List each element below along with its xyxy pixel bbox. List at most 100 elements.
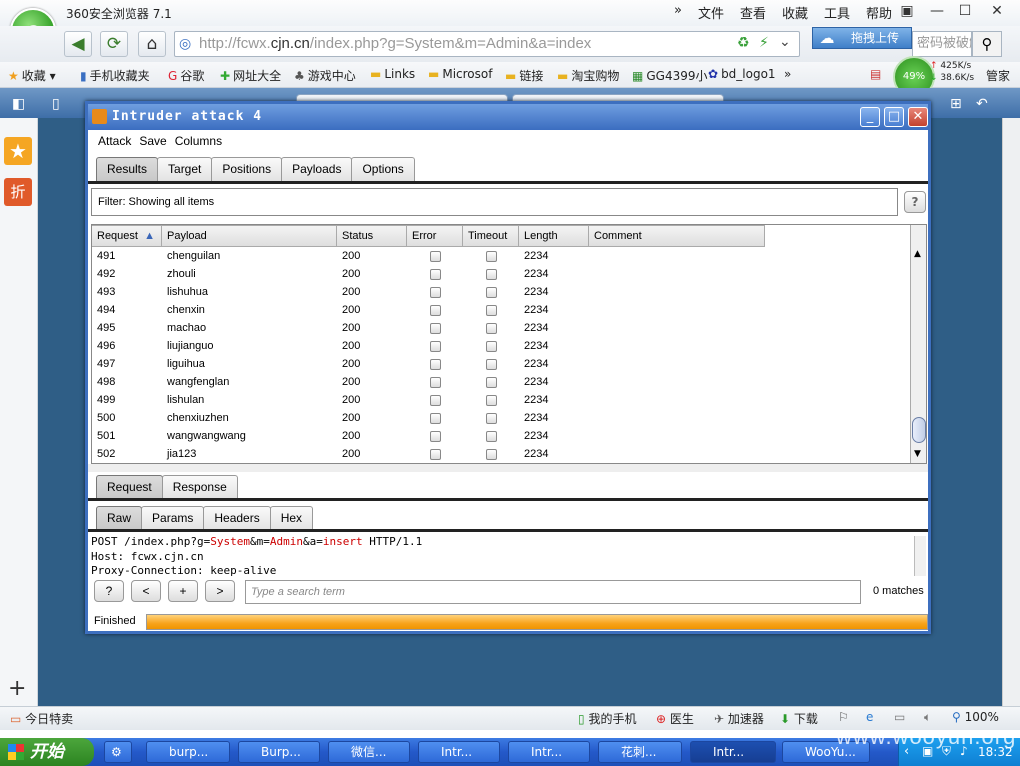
tab-results[interactable]: Results (96, 157, 159, 181)
checkbox[interactable] (486, 430, 497, 442)
checkbox[interactable] (486, 412, 497, 424)
bookmark-bdlogo[interactable]: ✿ bd_logo1 (708, 67, 776, 81)
home-button[interactable]: ⌂ (138, 31, 166, 57)
menu-view[interactable]: 查看 (740, 3, 766, 22)
table-row[interactable]: 499 lishulan 200 2234 (92, 391, 765, 409)
new-tab-icon[interactable]: ⊞ (950, 96, 962, 112)
search-term-input[interactable]: Type a search term (245, 580, 861, 604)
lightning-icon[interactable]: ⚡ (759, 35, 769, 51)
menu-help[interactable]: 帮助 (866, 3, 892, 22)
address-dropdown-icon[interactable]: ⌄ (779, 34, 791, 50)
raw-scrollbar[interactable] (914, 536, 926, 576)
col-comment[interactable]: Comment (589, 225, 765, 247)
search-input[interactable]: 密码被破解 (912, 31, 972, 57)
checkbox[interactable] (486, 358, 497, 370)
checkbox[interactable] (486, 376, 497, 388)
tab-payloads[interactable]: Payloads (281, 157, 353, 181)
flag-icon[interactable]: ⚐ (838, 710, 849, 724)
zoom-level[interactable]: ⚲ 100% (952, 710, 999, 724)
bookmark-directory[interactable]: ✚ 网址大全 (220, 67, 281, 84)
table-row[interactable]: 500 chenxiuzhen 200 2234 (92, 409, 765, 427)
tab-positions[interactable]: Positions (211, 157, 283, 181)
tab-response[interactable]: Response (161, 475, 238, 499)
tab-raw[interactable]: Raw (96, 506, 143, 530)
help-button[interactable]: ? (904, 191, 926, 213)
checkbox[interactable] (486, 448, 497, 460)
address-bar[interactable]: ◎ http://fcwx.cjn.cn/index.php?g=System&… (174, 31, 800, 57)
favorites-star-icon[interactable]: ★ (4, 137, 32, 165)
status-doctor[interactable]: ⊕ 医生 (656, 710, 694, 727)
checkbox[interactable] (430, 358, 441, 370)
taskbar-item-wechat[interactable]: 微信... (328, 741, 410, 763)
checkbox[interactable] (486, 394, 497, 406)
menu-file[interactable]: 文件 (698, 3, 724, 22)
secure-icon[interactable]: ♻ (737, 35, 750, 51)
col-request[interactable]: Request ▲ (92, 225, 162, 247)
bookmark-games[interactable]: ♣ 游戏中心 (294, 67, 356, 84)
search-help-button[interactable]: ? (94, 580, 124, 602)
search-next-button[interactable]: > (205, 580, 235, 602)
status-my-phone[interactable]: ▯ 我的手机 (578, 710, 636, 727)
col-error[interactable]: Error (407, 225, 463, 247)
bookmark-favorites[interactable]: ★ 收藏 ▾ (8, 67, 56, 84)
bookmarks-more-icon[interactable]: » (784, 67, 791, 81)
checkbox[interactable] (486, 286, 497, 298)
search-options-button[interactable]: + (168, 580, 198, 602)
bookmark-4399[interactable]: ▦ GG4399小 (632, 67, 707, 84)
table-row[interactable]: 492 zhouli 200 2234 (92, 265, 765, 283)
checkbox[interactable] (430, 430, 441, 442)
taskbar-item-intruder-3[interactable]: Intr... (690, 741, 776, 763)
taskbar-item-burp[interactable]: Burp... (238, 741, 320, 763)
tab-target[interactable]: Target (157, 157, 213, 181)
taskbar-item-folder-burp[interactable]: burp... (146, 741, 230, 763)
tab-request[interactable]: Request (96, 475, 163, 499)
checkbox[interactable] (430, 268, 441, 280)
tab-headers[interactable]: Headers (203, 506, 271, 530)
sound-icon[interactable]: 🔈︎ (924, 710, 931, 725)
scroll-up-icon[interactable]: ▲ (914, 249, 921, 259)
tab-list-icon[interactable]: ▯ (52, 96, 60, 112)
checkbox[interactable] (430, 412, 441, 424)
window-icon[interactable]: ▭ (894, 710, 905, 724)
ie-icon[interactable]: e (866, 710, 873, 724)
window-minimize-button[interactable]: _ (860, 107, 880, 127)
taskbar-item-intruder-1[interactable]: Intr... (418, 741, 500, 763)
checkbox[interactable] (430, 376, 441, 388)
window-close-button[interactable]: ✕ (908, 107, 928, 127)
filter-bar[interactable]: Filter: Showing all items (91, 188, 898, 216)
col-length[interactable]: Length (519, 225, 589, 247)
checkbox[interactable] (486, 304, 497, 316)
skin-icon[interactable]: ▣ (896, 2, 918, 20)
bookmark-lianjie[interactable]: ▬ 链接 (505, 67, 543, 84)
table-scrollbar[interactable]: ▲ ▼ (910, 225, 926, 463)
menu-favorites[interactable]: 收藏 (782, 3, 808, 22)
tab-params[interactable]: Params (141, 506, 205, 530)
undo-tab-icon[interactable]: ↶ (976, 96, 988, 112)
checkbox[interactable] (486, 340, 497, 352)
status-accelerator[interactable]: ✈ 加速器 (714, 710, 764, 727)
window-title[interactable]: Intruder attack 4 (88, 104, 928, 130)
checkbox[interactable] (486, 268, 497, 280)
checkbox[interactable] (430, 322, 441, 334)
table-row[interactable]: 502 jia123 200 2234 (92, 445, 765, 463)
table-row[interactable]: 491 chenguilan 200 2234 (92, 247, 765, 265)
minimize-button[interactable]: — (926, 2, 948, 20)
table-row[interactable]: 494 chenxin 200 2234 (92, 301, 765, 319)
search-icon[interactable]: ⚲ (972, 31, 1002, 57)
sidebar-toggle-icon[interactable]: ◧ (12, 96, 25, 112)
maximize-button[interactable]: ☐ (954, 2, 976, 20)
apps-icon[interactable]: ▤ (870, 67, 881, 81)
close-button[interactable]: ✕ (986, 2, 1008, 20)
menu-tools[interactable]: 工具 (824, 3, 850, 22)
bookmark-taobao[interactable]: ▬ 淘宝购物 (557, 67, 619, 84)
bookmark-mobile[interactable]: ▮ 手机收藏夹 (80, 67, 150, 84)
window-maximize-button[interactable]: □ (884, 107, 904, 127)
col-status[interactable]: Status (337, 225, 407, 247)
daily-deals[interactable]: ▭ 今日特卖 (10, 710, 73, 727)
table-row[interactable]: 493 lishuhua 200 2234 (92, 283, 765, 301)
scroll-thumb[interactable] (912, 417, 926, 443)
bookmark-google[interactable]: G 谷歌 (168, 67, 204, 84)
checkbox[interactable] (430, 304, 441, 316)
menu-chevron-icon[interactable]: » (674, 3, 682, 21)
bookmark-links[interactable]: ▬ Links (370, 67, 415, 81)
